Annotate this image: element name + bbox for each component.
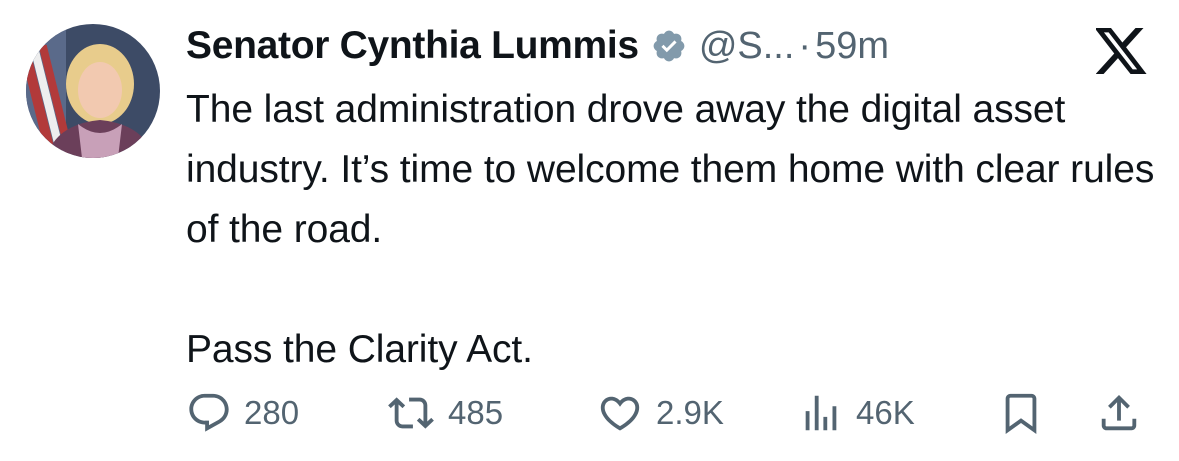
bookmark-button[interactable] — [998, 388, 1044, 438]
reply-icon — [186, 390, 232, 436]
views-button[interactable]: 46K — [798, 388, 915, 438]
bookmark-icon — [998, 390, 1044, 436]
share-button[interactable] — [1096, 388, 1142, 438]
views-icon — [798, 390, 844, 436]
action-bar: 280 485 2.9K 46K — [186, 388, 1146, 438]
reply-button[interactable]: 280 — [186, 388, 299, 438]
share-icon — [1096, 390, 1142, 436]
avatar[interactable] — [26, 24, 160, 158]
author-handle[interactable]: @S... — [699, 25, 795, 68]
like-icon — [596, 390, 644, 436]
repost-count: 485 — [448, 394, 504, 431]
repost-icon — [386, 390, 436, 436]
x-logo-icon — [1094, 28, 1148, 74]
verified-badge-icon[interactable] — [651, 28, 687, 64]
repost-button[interactable]: 485 — [386, 388, 503, 438]
tweet-paragraph: Pass the Clarity Act. — [186, 328, 533, 371]
separator-dot: · — [798, 24, 812, 67]
author-name[interactable]: Senator Cynthia Lummis — [186, 24, 639, 68]
like-count: 2.9K — [656, 394, 724, 431]
tweet-header: Senator Cynthia Lummis @S... · 59m — [186, 22, 889, 70]
tweet-paragraph: The last administration drove away the d… — [186, 88, 1155, 251]
views-count: 46K — [856, 394, 915, 431]
like-button[interactable]: 2.9K — [596, 388, 724, 438]
reply-count: 280 — [244, 394, 300, 431]
tweet-body: The last administration drove away the d… — [186, 80, 1161, 380]
timestamp[interactable]: 59m — [815, 25, 889, 68]
